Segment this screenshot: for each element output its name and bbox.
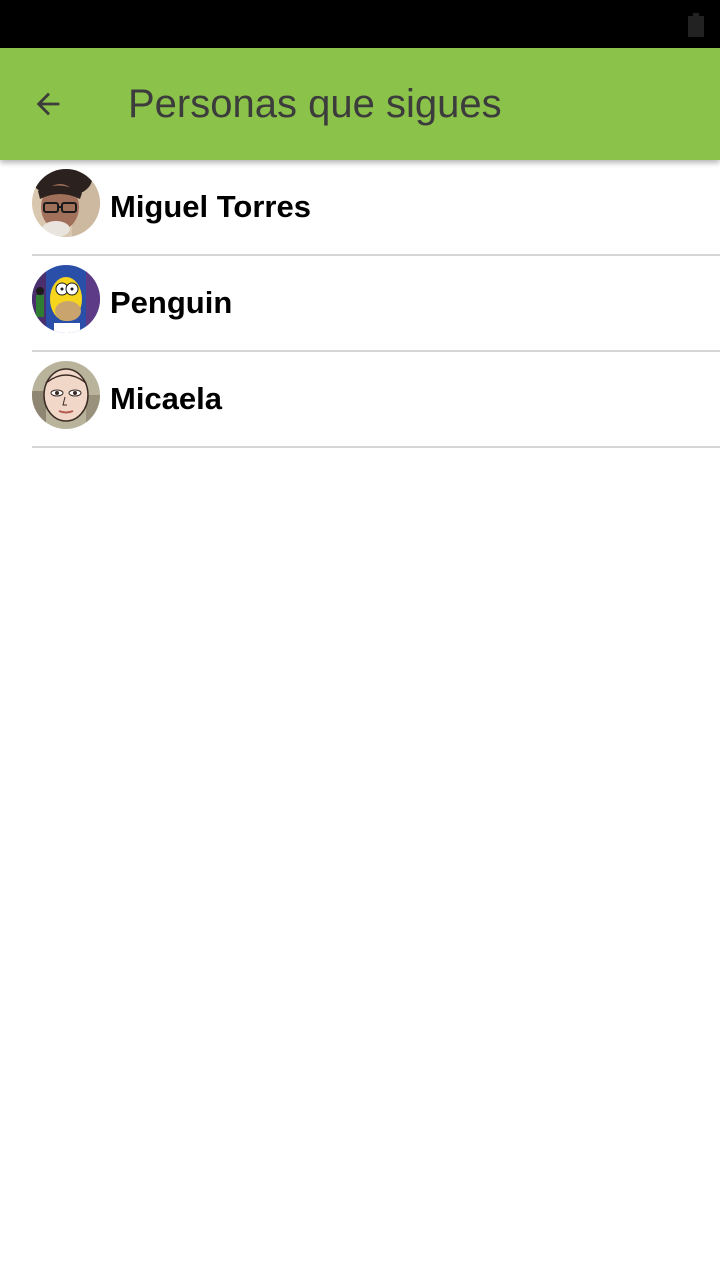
- user-name: Micaela: [110, 381, 223, 416]
- arrow-left-icon: [36, 92, 60, 116]
- user-photo-avatar: [32, 169, 100, 237]
- list-item[interactable]: Micaela: [32, 352, 720, 448]
- user-name: Miguel Torres: [110, 189, 311, 224]
- drawn-face-avatar: [32, 361, 100, 429]
- following-list: Miguel Torres Penguin Micaela: [0, 160, 720, 448]
- status-bar: [0, 0, 720, 48]
- user-name: Penguin: [110, 285, 233, 320]
- list-item[interactable]: Miguel Torres: [32, 160, 720, 256]
- list-item[interactable]: Penguin: [32, 256, 720, 352]
- cartoon-character-avatar: [32, 265, 100, 333]
- page-title: Personas que sigues: [128, 82, 502, 126]
- battery-icon: [688, 13, 704, 37]
- app-bar: Personas que sigues: [0, 48, 720, 160]
- back-button[interactable]: [16, 72, 80, 136]
